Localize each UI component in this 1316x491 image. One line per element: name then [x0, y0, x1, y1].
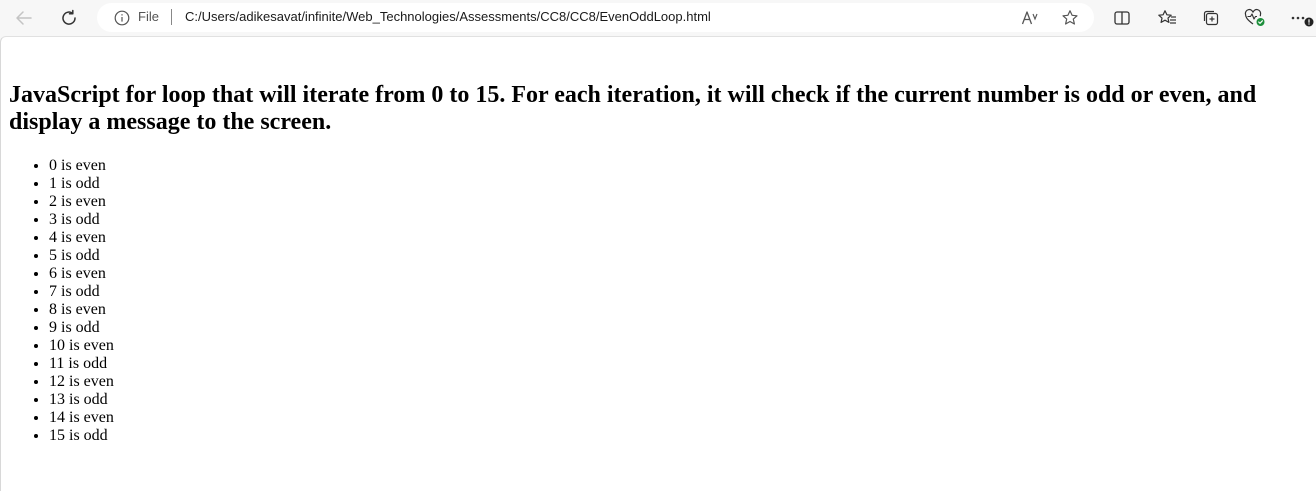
browser-essentials-button[interactable]	[1243, 6, 1267, 30]
heart-pulse-icon	[1244, 8, 1265, 26]
list-item: 7 is odd	[49, 283, 114, 301]
address-separator	[171, 9, 172, 25]
read-aloud-icon	[1021, 11, 1038, 25]
more-button[interactable]	[1290, 6, 1314, 30]
info-icon[interactable]	[114, 10, 130, 26]
split-screen-icon	[1114, 11, 1130, 25]
list-item: 4 is even	[49, 229, 114, 247]
split-screen-button[interactable]	[1110, 6, 1134, 30]
collections-icon	[1203, 10, 1219, 26]
star-icon	[1062, 10, 1078, 25]
page-heading: JavaScript for loop that will iterate fr…	[9, 82, 1257, 135]
list-item: 15 is odd	[49, 427, 114, 445]
url-text[interactable]: C:/Users/adikesavat/infinite/Web_Technol…	[185, 9, 711, 24]
more-icon	[1291, 16, 1314, 27]
refresh-button[interactable]	[57, 6, 81, 30]
address-bar[interactable]: File C:/Users/adikesavat/infinite/Web_Te…	[97, 3, 1094, 32]
favorites-icon	[1158, 10, 1176, 24]
list-item: 0 is even	[49, 157, 114, 175]
back-button[interactable]	[12, 6, 36, 30]
list-item: 12 is even	[49, 373, 114, 391]
page-content: JavaScript for loop that will iterate fr…	[0, 36, 1316, 491]
list-item: 11 is odd	[49, 355, 114, 373]
list-item: 9 is odd	[49, 319, 114, 337]
list-item: 8 is even	[49, 301, 114, 319]
list-item: 2 is even	[49, 193, 114, 211]
list-item: 5 is odd	[49, 247, 114, 265]
favorite-button[interactable]	[1060, 8, 1080, 28]
list-item: 14 is even	[49, 409, 114, 427]
list-item: 13 is odd	[49, 391, 114, 409]
list-item: 1 is odd	[49, 175, 114, 193]
list-item: 6 is even	[49, 265, 114, 283]
list-item: 10 is even	[49, 337, 114, 355]
browser-toolbar: File C:/Users/adikesavat/infinite/Web_Te…	[0, 0, 1316, 36]
favorites-button[interactable]	[1155, 6, 1179, 30]
read-aloud-button[interactable]	[1020, 8, 1040, 28]
address-scheme-label: File	[138, 9, 159, 24]
result-list: 0 is even1 is odd2 is even3 is odd4 is e…	[9, 157, 114, 445]
refresh-icon	[62, 9, 76, 25]
list-item: 3 is odd	[49, 211, 114, 229]
back-arrow-icon	[16, 11, 32, 25]
collections-button[interactable]	[1199, 6, 1223, 30]
